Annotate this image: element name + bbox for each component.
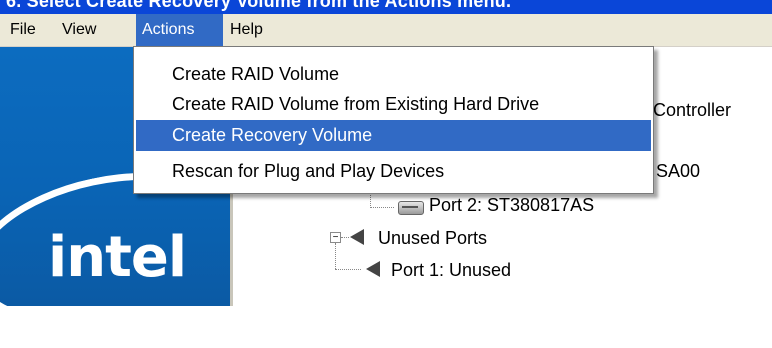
menu-item-create-recovery-volume[interactable]: Create Recovery Volume — [136, 120, 651, 151]
tree-connector — [335, 243, 336, 269]
instruction-text: 6. Select Create Recovery Volume from th… — [6, 0, 512, 11]
menu-file[interactable]: File — [4, 14, 42, 46]
menu-item-create-raid-from-existing[interactable]: Create RAID Volume from Existing Hard Dr… — [136, 89, 651, 120]
menu-item-rescan-devices[interactable]: Rescan for Plug and Play Devices — [136, 156, 651, 187]
menu-view[interactable]: View — [56, 14, 102, 46]
menu-help[interactable]: Help — [224, 14, 269, 46]
tree-connector — [335, 269, 361, 270]
tree-port-1[interactable]: Port 1: Unused — [391, 260, 511, 281]
collapse-icon[interactable]: − — [330, 232, 341, 243]
menu-actions[interactable]: Actions — [136, 14, 223, 46]
tree-connector — [370, 207, 394, 208]
menu-bar: File View Actions Help — [0, 14, 772, 47]
hard-drive-icon — [398, 201, 424, 215]
tree-connector — [341, 237, 349, 238]
tree-unused-ports[interactable]: Unused Ports — [378, 228, 487, 249]
unused-ports-icon — [350, 229, 364, 245]
tree-port-2[interactable]: Port 2: ST380817AS — [429, 195, 594, 216]
actions-dropdown-menu: Create RAID Volume Create RAID Volume fr… — [133, 46, 654, 194]
tree-connector — [370, 192, 371, 208]
tree-controller-fragment[interactable]: Controller — [653, 100, 731, 121]
intel-logo: intel — [48, 225, 187, 290]
tree-drive-fragment[interactable]: SA00 — [656, 161, 700, 182]
port-connector-icon — [366, 261, 380, 277]
instruction-banner: 6. Select Create Recovery Volume from th… — [0, 0, 772, 14]
menu-item-create-raid-volume[interactable]: Create RAID Volume — [136, 59, 651, 90]
